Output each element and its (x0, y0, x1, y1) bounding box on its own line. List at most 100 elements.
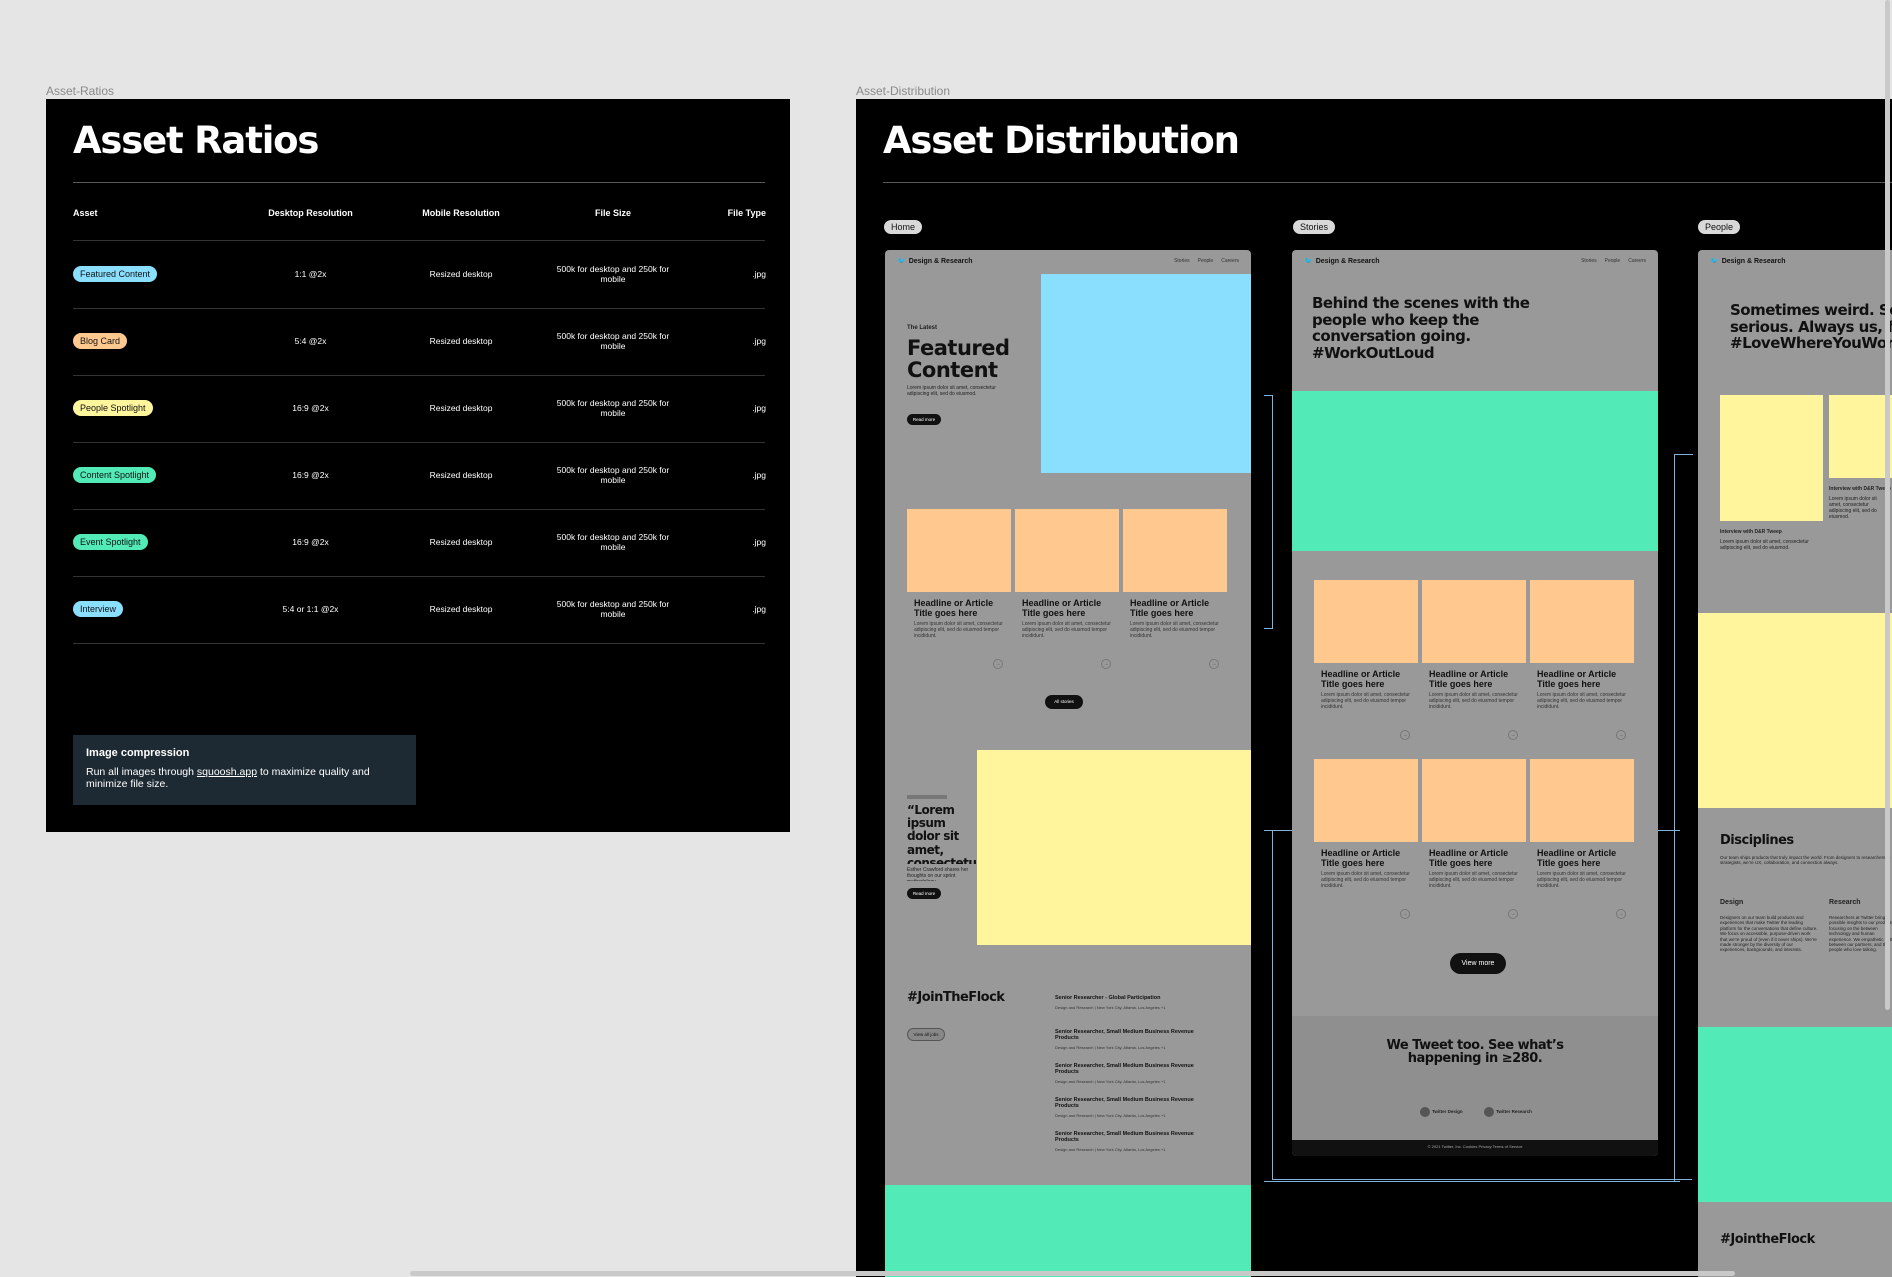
blog-card-image (1530, 759, 1634, 842)
file-size-cell: 500k for desktop and 250k for mobile (556, 464, 670, 485)
avatar-design (1420, 1107, 1430, 1117)
brand-logo[interactable]: 🐦 Design & Research (897, 257, 973, 265)
people-spotlight-image-large (1698, 613, 1892, 808)
nav-careers[interactable]: Careers (1628, 258, 1646, 264)
file-size-cell: 500k for desktop and 250k for mobile (556, 330, 670, 351)
col-header-asset: Asset (73, 208, 98, 218)
nav-people[interactable]: People (1605, 258, 1621, 264)
arrow-right-icon[interactable]: → (1508, 909, 1518, 919)
job-title: Senior Researcher, Small Medium Business… (1055, 1063, 1194, 1075)
job-listing[interactable]: Senior Researcher, Small Medium Business… (1055, 1131, 1215, 1152)
arrow-right-icon[interactable]: → (1209, 659, 1219, 669)
job-meta: Design and Research | New York City, Atl… (1055, 1079, 1166, 1084)
mobile-resolution-cell: Resized desktop (429, 402, 493, 413)
job-meta: Design and Research | New York City, Atl… (1055, 1147, 1166, 1152)
desktop-resolution-cell: 1:1 @2x (294, 268, 327, 279)
connector-bottom-left (1272, 830, 1273, 1180)
blog-card-text: Lorem ipsum dolor sit amet, consectetur … (1429, 871, 1518, 889)
image-compression-note: Image compression Run all images through… (73, 735, 416, 805)
tab-home[interactable]: Home (884, 220, 923, 234)
handle-research[interactable]: Twitter Research (1484, 1107, 1532, 1117)
col-header-mobile: Mobile Resolution (422, 208, 500, 218)
table-row: People Spotlight 16:9 @2x Resized desktop 5… (73, 375, 766, 443)
interview-title-1: Interview with D&R Tweep (1720, 529, 1782, 535)
vertical-scrollbar[interactable] (1885, 0, 1890, 1010)
featured-lorem: Lorem ipsum dolor sit amet, consectetur … (907, 385, 996, 397)
footer-text: © 2021 Twitter, Inc. Cookies Privacy Ter… (1427, 1144, 1523, 1149)
blog-card-image (1123, 509, 1227, 592)
interview-text-2: Lorem ipsum dolor sit amet, consectetur … (1829, 496, 1877, 520)
job-title: Senior Researcher, Small Medium Business… (1055, 1097, 1194, 1109)
col-header-file-size: File Size (594, 208, 631, 218)
tab-people[interactable]: People (1698, 220, 1741, 234)
job-title: Senior Researcher, Small Medium Business… (1055, 1029, 1194, 1041)
file-size-cell: 500k for desktop and 250k for mobile (556, 598, 670, 619)
horizontal-scrollbar[interactable] (410, 1271, 1735, 1276)
blog-card-title: Headline or Article Title goes here (1321, 848, 1401, 868)
file-size-cell: 500k for desktop and 250k for mobile (556, 531, 670, 552)
file-type-cell: .jpg (752, 402, 766, 413)
connector-featured (1264, 395, 1273, 629)
asset-pill: Featured Content (73, 266, 158, 282)
asset-pill: Content Spotlight (73, 467, 157, 483)
brand-logo-people[interactable]: 🐦 Design & Research (1710, 257, 1786, 265)
table-row: Featured Content 1:1 @2x Resized desktop 50… (73, 241, 766, 309)
job-listing[interactable]: Senior Researcher, Small Medium Business… (1055, 1097, 1215, 1118)
quote-attribution: Esther Crawford shares her thoughts on o… (907, 867, 969, 881)
people-page-preview: 🐦Design & Research Sometimes weird. Some… (1698, 250, 1892, 1277)
job-listing[interactable]: Senior Researcher, Small Medium Business… (1055, 1063, 1215, 1084)
tweet-heading: We Tweet too. See what’s happening in ≥2… (1386, 1038, 1564, 1066)
connector-bottom-run (1272, 1179, 1692, 1180)
table-row: Content Spotlight 16:9 @2x Resized desktop… (73, 442, 766, 510)
view-all-jobs-button[interactable]: View all jobs (907, 1028, 945, 1041)
nav-careers[interactable]: Careers (1221, 258, 1239, 264)
tab-stories[interactable]: Stories (1293, 220, 1336, 234)
desktop-resolution-cell: 16:9 @2x (292, 402, 329, 413)
bird-icon: 🐦 (1710, 258, 1719, 265)
handle-design[interactable]: Twitter Design (1420, 1107, 1463, 1117)
arrow-right-icon[interactable]: → (1616, 909, 1626, 919)
stories-content-spotlight-image (1292, 391, 1658, 551)
arrow-right-icon[interactable]: → (1616, 730, 1626, 740)
squoosh-link[interactable]: squoosh.app (197, 766, 257, 778)
home-nav: 🐦 Design & Research Stories People Careers (885, 250, 1251, 272)
job-listing[interactable]: Senior Researcher, Small Medium Business… (1055, 1029, 1215, 1050)
job-title: Senior Researcher, Small Medium Business… (1055, 1131, 1194, 1143)
blog-card-title: Headline or Article Title goes here (914, 598, 994, 618)
people-content-spotlight-image (1698, 1027, 1892, 1202)
nav-stories[interactable]: Stories (1174, 258, 1190, 264)
asset-distribution-title: Asset Distribution (883, 119, 1240, 162)
file-type-cell: .jpg (752, 603, 766, 614)
disciplines-heading: Disciplines (1720, 833, 1794, 848)
asset-pill: People Spotlight (73, 400, 153, 416)
view-more-button[interactable]: View more (1450, 953, 1506, 974)
mobile-resolution-cell: Resized desktop (429, 268, 493, 279)
arrow-right-icon[interactable]: → (1508, 730, 1518, 740)
note-body: Run all images through squoosh.app to ma… (86, 766, 370, 791)
mobile-resolution-cell: Resized desktop (429, 335, 493, 346)
arrow-right-icon[interactable]: → (1101, 659, 1111, 669)
nav-people[interactable]: People (1198, 258, 1214, 264)
nav-stories[interactable]: Stories (1581, 258, 1597, 264)
col-header-file-type: File Type (727, 208, 766, 218)
read-more-button[interactable]: Read more (907, 414, 941, 425)
note-heading: Image compression (86, 747, 190, 759)
blog-card-image (907, 509, 1011, 592)
quote-read-more-button[interactable]: Read more (907, 888, 941, 899)
mobile-resolution-cell: Resized desktop (429, 469, 493, 480)
title-divider (73, 182, 765, 183)
job-listing[interactable]: Senior Researcher - Global Participation… (1055, 995, 1215, 1010)
table-row: Blog Card 5:4 @2x Resized desktop 500k for … (73, 308, 766, 376)
featured-title: Featured Content (907, 336, 1010, 383)
arrow-right-icon[interactable]: → (1400, 909, 1410, 919)
all-stories-button[interactable]: All stories (1045, 695, 1083, 709)
interview-image-2 (1829, 395, 1892, 478)
desktop-resolution-cell: 5:4 @2x (294, 335, 327, 346)
nav-links: Stories People Careers (1166, 258, 1239, 264)
blog-card-title: Headline or Article Title goes here (1537, 848, 1617, 868)
arrow-right-icon[interactable]: → (1400, 730, 1410, 740)
arrow-right-icon[interactable]: → (993, 659, 1003, 669)
research-heading: Research (1829, 899, 1861, 906)
file-size-cell: 500k for desktop and 250k for mobile (556, 263, 670, 284)
brand-logo-stories[interactable]: 🐦 Design & Research (1304, 257, 1380, 265)
